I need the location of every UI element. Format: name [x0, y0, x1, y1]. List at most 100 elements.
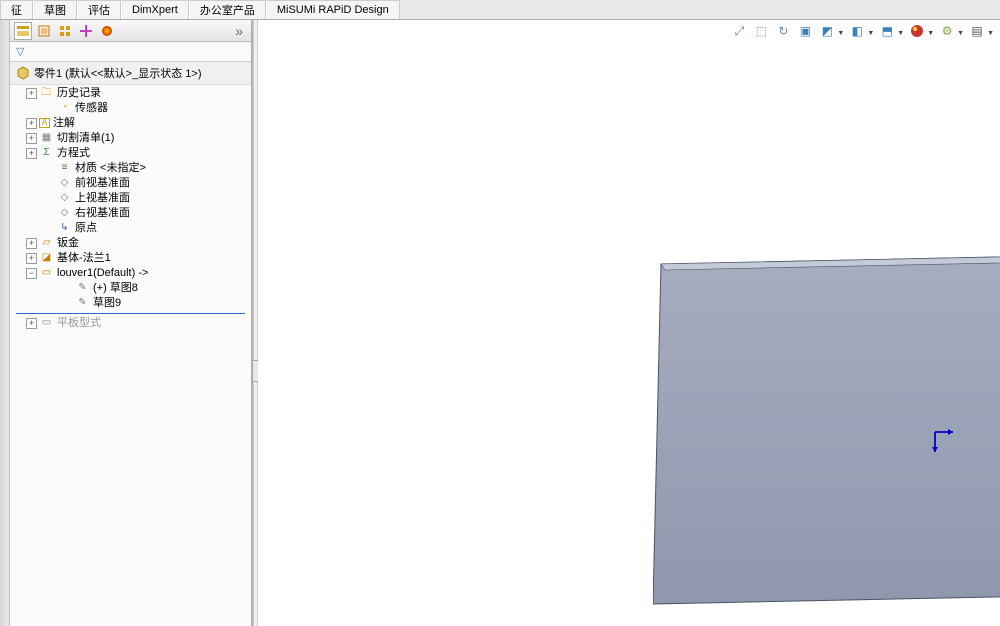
sketch-icon: ✎	[75, 297, 90, 310]
tree-louver[interactable]: − ▭ louver1(Default) ->	[10, 266, 251, 281]
expander-icon[interactable]: +	[26, 133, 37, 144]
dropdown-icon[interactable]: ▼	[927, 30, 934, 40]
feature-tree: + 🗀 历史记录 ◔ 传感器 + A 注解 + ▦ 切割清单(1) +	[10, 85, 251, 626]
tree-history[interactable]: + 🗀 历史记录	[10, 86, 251, 101]
tree-label: 平板型式	[57, 316, 101, 330]
tree-cutlist[interactable]: + ▦ 切割清单(1)	[10, 131, 251, 146]
rotate-view-icon[interactable]: ↻	[774, 22, 792, 40]
plane-icon: ◇	[57, 177, 72, 190]
dimxpert-tab-icon[interactable]	[77, 22, 95, 40]
annotation-icon: A	[39, 118, 50, 128]
hide-show-icon[interactable]: ▤	[968, 22, 986, 40]
sheetmetal-icon: ▱	[39, 237, 54, 250]
featuremanager-tab-icon[interactable]	[14, 22, 32, 40]
zoom-fit-icon[interactable]: ⤢	[730, 22, 748, 40]
tab-evaluate[interactable]: 评估	[77, 0, 121, 19]
tab-feature-partial[interactable]: 征	[0, 0, 33, 19]
dropdown-icon[interactable]: ▼	[957, 30, 964, 40]
tree-label: 草图9	[93, 296, 121, 310]
folder-icon: 🗀	[39, 87, 54, 100]
part-title[interactable]: 零件1 (默认<<默认>_显示状态 1>)	[10, 62, 251, 85]
dropdown-icon[interactable]: ▼	[837, 30, 844, 40]
tab-sketch[interactable]: 草图	[33, 0, 77, 19]
plane-icon: ◇	[57, 192, 72, 205]
expander-icon[interactable]: −	[26, 268, 37, 279]
dropdown-icon[interactable]: ▼	[897, 30, 904, 40]
tree-sketch8[interactable]: ✎ (+) 草图8	[10, 281, 251, 296]
tree-label: 方程式	[57, 146, 90, 160]
tree-front-plane[interactable]: ◇ 前视基准面	[10, 176, 251, 191]
view-toolbar: ⤢ ⬚ ↻ ▣ ◩ ▼ ◧ ▼ ⬒ ▼ ▼ ⚙ ▼ ▤ ▼	[730, 22, 994, 40]
material-icon: ≡	[57, 162, 72, 175]
tree-label: 钣金	[57, 236, 79, 250]
left-gutter	[0, 20, 10, 626]
filter-icon[interactable]: ▽	[16, 45, 24, 58]
tree-label: 原点	[75, 221, 97, 235]
panel-tab-strip: »	[10, 20, 251, 42]
tree-top-plane[interactable]: ◇ 上视基准面	[10, 191, 251, 206]
filter-row: ▽	[10, 42, 251, 62]
origin-icon: ↳	[57, 222, 72, 235]
sensor-icon: ◔	[57, 102, 72, 115]
tree-annotations[interactable]: + A 注解	[10, 116, 251, 131]
tree-label: 前视基准面	[75, 176, 130, 190]
tree-label: louver1(Default) ->	[57, 266, 148, 280]
tab-misumi[interactable]: MiSUMi RAPiD Design	[266, 0, 400, 19]
feature-manager-panel: » ▽ 零件1 (默认<<默认>_显示状态 1>) + 🗀 历史记录 ◔ 传感器	[10, 20, 253, 626]
dropdown-icon[interactable]: ▼	[987, 30, 994, 40]
graphics-viewport[interactable]: ⤢ ⬚ ↻ ▣ ◩ ▼ ◧ ▼ ⬒ ▼ ▼ ⚙ ▼ ▤ ▼	[258, 20, 1000, 626]
tree-label: 上视基准面	[75, 191, 130, 205]
section-view-icon[interactable]: ▣	[796, 22, 814, 40]
sketch-icon: ✎	[75, 282, 90, 295]
sheetmetal-part-svg	[653, 252, 1000, 608]
dropdown-icon[interactable]: ▼	[867, 30, 874, 40]
flange-icon: ◪	[39, 252, 54, 265]
expander-icon[interactable]: +	[26, 238, 37, 249]
zoom-area-icon[interactable]: ⬚	[752, 22, 770, 40]
tree-material[interactable]: ≡ 材质 <未指定>	[10, 161, 251, 176]
tree-label: 传感器	[75, 101, 108, 115]
command-tabs: 征 草图 评估 DimXpert 办公室产品 MiSUMi RAPiD Desi…	[0, 0, 1000, 20]
panel-overflow-icon[interactable]: »	[231, 23, 247, 39]
tree-sketch9[interactable]: ✎ 草图9	[10, 296, 251, 311]
perspective-icon[interactable]: ⬒	[878, 22, 896, 40]
plane-icon: ◇	[57, 207, 72, 220]
part-title-label: 零件1 (默认<<默认>_显示状态 1>)	[34, 65, 202, 81]
flatpattern-icon: ▭	[39, 317, 54, 330]
expander-icon[interactable]: +	[26, 318, 37, 329]
model-3d	[653, 252, 1000, 608]
tree-label: 基体-法兰1	[57, 251, 111, 265]
tree-sheetmetal[interactable]: + ▱ 钣金	[10, 236, 251, 251]
render-tab-icon[interactable]	[98, 22, 116, 40]
view-orientation-icon[interactable]: ◩	[818, 22, 836, 40]
tree-label: 注解	[53, 116, 75, 130]
tab-dimxpert[interactable]: DimXpert	[121, 0, 189, 19]
part-icon	[16, 66, 30, 80]
tree-label: 材质 <未指定>	[75, 161, 146, 175]
main-area: » ▽ 零件1 (默认<<默认>_显示状态 1>) + 🗀 历史记录 ◔ 传感器	[0, 20, 1000, 626]
tree-separator	[16, 313, 245, 314]
tree-equations[interactable]: + Σ 方程式	[10, 146, 251, 161]
louver-icon: ▭	[39, 267, 54, 280]
display-style-icon[interactable]: ◧	[848, 22, 866, 40]
tree-baseflange[interactable]: + ◪ 基体-法兰1	[10, 251, 251, 266]
configurationmanager-tab-icon[interactable]	[56, 22, 74, 40]
tab-office[interactable]: 办公室产品	[189, 0, 266, 19]
expander-icon[interactable]: +	[26, 88, 37, 99]
tree-origin[interactable]: ↳ 原点	[10, 221, 251, 236]
tree-right-plane[interactable]: ◇ 右视基准面	[10, 206, 251, 221]
tree-label: (+) 草图8	[93, 281, 138, 295]
equation-icon: Σ	[39, 147, 54, 160]
expander-icon[interactable]: +	[26, 148, 37, 159]
tree-sensors[interactable]: ◔ 传感器	[10, 101, 251, 116]
tree-label: 右视基准面	[75, 206, 130, 220]
propertymanager-tab-icon[interactable]	[35, 22, 53, 40]
expander-icon[interactable]: +	[26, 253, 37, 264]
expander-icon[interactable]: +	[26, 118, 37, 129]
tree-label: 切割清单(1)	[57, 131, 114, 145]
view-settings-icon[interactable]: ⚙	[938, 22, 956, 40]
cutlist-icon: ▦	[39, 132, 54, 145]
tree-flatpattern[interactable]: + ▭ 平板型式	[10, 316, 251, 331]
tree-label: 历史记录	[57, 86, 101, 100]
scene-icon[interactable]	[908, 22, 926, 40]
